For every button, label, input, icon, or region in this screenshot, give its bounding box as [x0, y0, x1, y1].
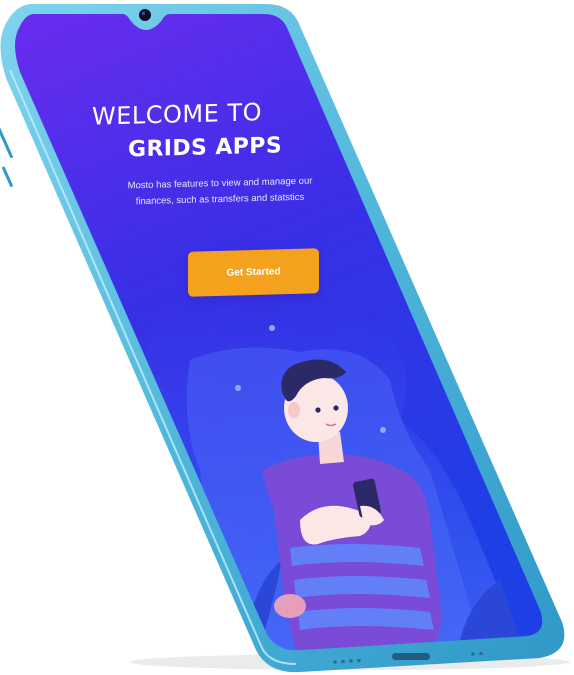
- phone-mockup: WELCOME TO GRIDS APPS Mosto has features…: [0, 0, 574, 675]
- get-started-button[interactable]: Get Started: [188, 248, 319, 297]
- power-button: [2, 166, 13, 187]
- welcome-title-line2: GRIDS APPS: [128, 133, 283, 163]
- volume-button: [0, 119, 13, 159]
- front-camera-icon: [139, 9, 151, 21]
- welcome-title-line1: WELCOME TO: [92, 98, 262, 131]
- welcome-description: Mosto has features to view and manage ou…: [127, 175, 313, 208]
- charging-port: [392, 653, 430, 660]
